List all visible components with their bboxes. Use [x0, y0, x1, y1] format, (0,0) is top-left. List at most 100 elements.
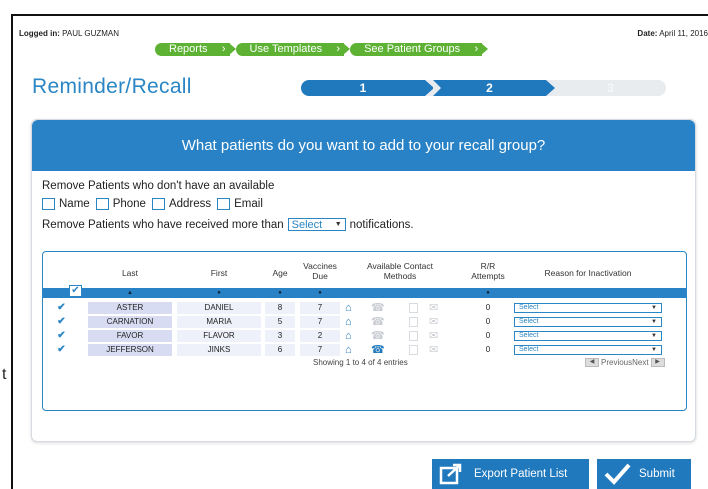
nav-use-templates[interactable]: Use Templates ›: [235, 43, 350, 56]
address-icon: [409, 345, 418, 355]
email-checkbox[interactable]: [217, 198, 231, 210]
home-icon: ⌂: [345, 316, 352, 328]
chevron-right-icon: ›: [221, 43, 226, 55]
col-vaccines-due[interactable]: Vaccines Due: [298, 261, 342, 281]
home-icon: ⌂: [345, 344, 352, 356]
email-icon: ✉: [429, 344, 439, 356]
address-icon: [409, 331, 418, 341]
reason-select[interactable]: Select ▼: [514, 317, 662, 327]
user-name: PAUL GUZMAN: [62, 29, 120, 38]
nav-see-patient-groups[interactable]: See Patient Groups ›: [350, 43, 489, 56]
col-contact-methods: Available Contact Methods: [345, 261, 455, 281]
phone-checkbox[interactable]: [95, 198, 109, 210]
name-checkbox[interactable]: [42, 198, 55, 210]
nav-reports[interactable]: Reports ›: [155, 43, 236, 56]
chevron-right-icon: ›: [474, 43, 479, 55]
phone-icon: ☎: [371, 316, 385, 328]
next-arrow-icon[interactable]: ▶: [650, 358, 665, 367]
option-email[interactable]: Email: [217, 198, 263, 210]
col-vaccines-due-line2: Due: [312, 271, 328, 281]
col-age[interactable]: Age: [265, 268, 295, 278]
previous-arrow-icon[interactable]: ◀: [585, 358, 599, 367]
option-name[interactable]: Name: [42, 198, 90, 210]
sort-icon[interactable]: ●: [177, 288, 261, 298]
contact-filter-options: Name Phone Address Email: [42, 198, 269, 210]
cell-vaccines-due: 2: [300, 330, 340, 342]
cell-first: JINKS: [177, 344, 261, 356]
nav-use-templates-label: Use Templates: [249, 43, 323, 55]
export-label: Export Patient List: [474, 468, 568, 480]
pager-previous[interactable]: Previous: [601, 358, 632, 367]
col-rr-line2: Attempts: [471, 271, 505, 281]
email-icon: ✉: [429, 330, 439, 342]
cell-vaccines-due: 7: [300, 302, 340, 314]
cell-rr-attempts: 0: [485, 345, 491, 354]
address-icon: [409, 317, 418, 327]
col-reason: Reason for Inactivation: [544, 268, 632, 278]
table-row[interactable]: ✔ ASTER DANIEL 8 7 ⌂ ☎ ✉ 0 Select ▼: [43, 302, 686, 315]
notification-count-select[interactable]: Select ▼: [287, 218, 346, 231]
patient-table: Last First Age Vaccines Due Available Con…: [42, 251, 687, 411]
reason-select[interactable]: Select ▼: [514, 345, 662, 355]
col-last[interactable]: Last: [88, 268, 172, 278]
checkmark-icon: [604, 463, 631, 485]
col-rr-attempts[interactable]: R/R Attempts: [463, 261, 513, 281]
logged-in-info: Logged in: PAUL GUZMAN: [19, 29, 119, 38]
sort-bar: ▲ ● ● ● ●: [43, 288, 686, 298]
table-info: Showing 1 to 4 of 4 entries: [313, 358, 408, 367]
nav-see-patient-groups-label: See Patient Groups: [364, 43, 461, 55]
step-1: 1: [301, 80, 434, 96]
reason-select[interactable]: Select ▼: [514, 303, 662, 313]
sort-icon[interactable]: ●: [265, 288, 295, 298]
cell-age: 3: [265, 330, 295, 342]
notif-prefix: Remove Patients who have received more t…: [42, 218, 284, 231]
chevron-down-icon: ▼: [651, 347, 657, 353]
table-row[interactable]: ✔ JEFFERSON JINKS 6 7 ⌂ ☎ ✉ 0 Select ▼: [43, 344, 686, 357]
sort-icon[interactable]: ●: [300, 288, 340, 298]
address-checkbox[interactable]: [151, 198, 165, 210]
chevron-right-icon: ›: [336, 43, 341, 55]
date-label: Date:: [637, 29, 658, 38]
cell-first: DANIEL: [177, 302, 261, 314]
col-first[interactable]: First: [177, 268, 261, 278]
step-2: 2: [433, 80, 555, 96]
sort-up-icon[interactable]: ▲: [88, 288, 172, 298]
nav-reports-label: Reports: [169, 43, 208, 55]
notif-suffix: notifications.: [349, 218, 414, 231]
option-phone[interactable]: Phone: [95, 198, 146, 210]
sort-icon[interactable]: ●: [463, 288, 513, 298]
col-rr-line1: R/R: [480, 261, 496, 271]
export-patient-list-button[interactable]: Export Patient List: [432, 459, 589, 489]
table-row[interactable]: ✔ CARNATION MARIA 5 7 ⌂ ☎ ✉ 0 Select ▼: [43, 316, 686, 329]
stray-char: t: [2, 366, 7, 383]
logged-in-label: Logged in:: [19, 29, 60, 38]
phone-icon: ☎: [371, 330, 385, 342]
row-checkbox[interactable]: ✔: [55, 330, 68, 342]
cell-age: 6: [265, 344, 295, 356]
option-phone-label: Phone: [112, 198, 146, 210]
pager-next[interactable]: Next: [632, 358, 648, 367]
option-address[interactable]: Address: [151, 198, 212, 210]
top-nav: Reports › Use Templates › See Patient Grou…: [155, 43, 489, 56]
cell-age: 8: [265, 302, 295, 314]
option-address-label: Address: [168, 198, 212, 210]
reason-select[interactable]: Select ▼: [514, 331, 662, 341]
row-checkbox[interactable]: ✔: [55, 302, 68, 314]
select-all-checkbox[interactable]: ✔: [69, 285, 82, 297]
home-icon: ⌂: [345, 302, 352, 314]
cell-vaccines-due: 7: [300, 344, 340, 356]
option-email-label: Email: [234, 198, 263, 210]
row-checkbox[interactable]: ✔: [55, 316, 68, 328]
submit-label: Submit: [639, 468, 675, 480]
submit-button[interactable]: Submit: [597, 459, 691, 489]
date-value: April 11, 2016: [659, 29, 708, 38]
row-checkbox[interactable]: ✔: [55, 344, 68, 356]
notif-select-value: Select: [291, 218, 323, 231]
reason-select-value: Select: [519, 346, 539, 353]
address-icon: [409, 303, 418, 313]
cell-rr-attempts: 0: [485, 317, 491, 326]
home-icon: ⌂: [345, 330, 352, 342]
chevron-down-icon: ▼: [651, 319, 657, 325]
chevron-down-icon: ▼: [334, 221, 342, 228]
table-row[interactable]: ✔ FAVOR FLAVOR 3 2 ⌂ ☎ ✉ 0 Select ▼: [43, 330, 686, 343]
